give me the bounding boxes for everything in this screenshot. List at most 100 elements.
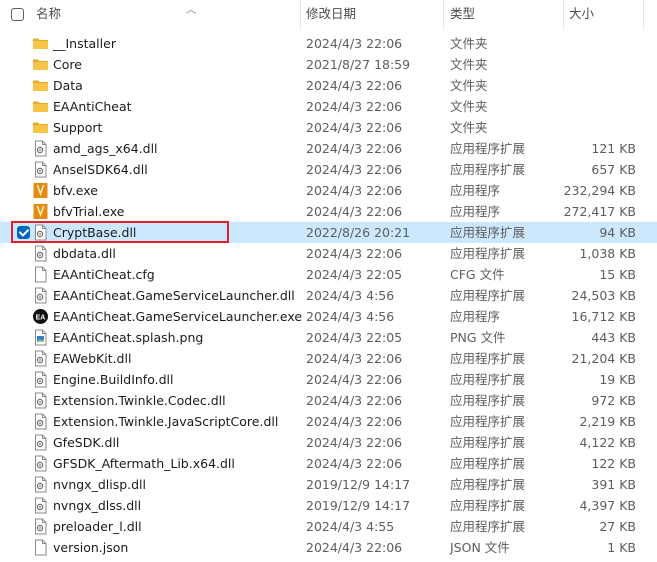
select-all-checkbox[interactable] (11, 8, 24, 21)
column-header: 名称 ︿ 修改日期 类型 大小 (0, 0, 657, 28)
file-size: 4,397 KB (579, 498, 636, 513)
file-type: 文件夹 (450, 78, 488, 93)
file-size: 232,294 KB (563, 183, 636, 198)
column-header-name[interactable]: 名称 ︿ (36, 0, 298, 28)
highlight-annotation (11, 221, 229, 243)
column-type-label: 类型 (450, 6, 476, 21)
file-type: 应用程序 (450, 183, 501, 198)
file-date: 2021/8/27 18:59 (306, 57, 411, 72)
file-size: 122 KB (591, 456, 636, 471)
file-date: 2024/4/3 22:06 (306, 204, 403, 219)
file-row[interactable]: EAWebKit.dll 2024/4/3 22:06 应用程序扩展 21,204 K… (0, 348, 657, 369)
file-size: 94 KB (599, 225, 636, 240)
dll-icon (32, 497, 49, 514)
dll-icon (32, 392, 49, 409)
file-size: 16,712 KB (571, 309, 636, 324)
column-header-size[interactable]: 大小 (569, 0, 639, 28)
file-icon (32, 266, 49, 283)
file-row[interactable]: Extension.Twinkle.JavaScriptCore.dll 2024… (0, 411, 657, 432)
file-row[interactable]: Data 2024/4/3 22:06 文件夹 (0, 75, 657, 96)
column-header-type[interactable]: 类型 (450, 0, 560, 28)
folder-icon (32, 56, 49, 73)
dll-icon (32, 371, 49, 388)
column-divider[interactable] (643, 0, 644, 28)
dll-icon (32, 350, 49, 367)
file-row[interactable]: amd_ags_x64.dll 2024/4/3 22:06 应用程序扩展 121 K… (0, 138, 657, 159)
file-type: 应用程序扩展 (450, 498, 526, 513)
file-date: 2024/4/3 22:05 (306, 267, 403, 282)
file-row[interactable]: EAAntiCheat 2024/4/3 22:06 文件夹 (0, 96, 657, 117)
file-row[interactable]: preloader_l.dll 2024/4/3 4:55 应用程序扩展 27 KB (0, 516, 657, 537)
file-size: 4,122 KB (579, 435, 636, 450)
sort-up-icon: ︿ (186, 5, 196, 16)
dll-icon (32, 518, 49, 535)
file-row[interactable]: Core 2021/8/27 18:59 文件夹 (0, 54, 657, 75)
file-date: 2019/12/9 14:17 (306, 498, 411, 513)
file-date: 2024/4/3 22:06 (306, 351, 403, 366)
folder-icon (32, 35, 49, 52)
file-name: EAAntiCheat.splash.png (53, 330, 204, 345)
file-row[interactable]: nvngx_dlisp.dll 2019/12/9 14:17 应用程序扩展 391 … (0, 474, 657, 495)
file-row[interactable]: version.json 2024/4/3 22:06 JSON 文件 1 KB (0, 537, 657, 558)
file-row[interactable]: Engine.BuildInfo.dll 2024/4/3 22:06 应用程序扩展… (0, 369, 657, 390)
file-row[interactable]: __Installer 2024/4/3 22:06 文件夹 (0, 33, 657, 54)
file-row[interactable]: AnselSDK64.dll 2024/4/3 22:06 应用程序扩展 657 KB (0, 159, 657, 180)
file-date: 2022/8/26 20:21 (306, 225, 411, 240)
file-size: 1,038 KB (579, 246, 636, 261)
file-size: 2,219 KB (579, 414, 636, 429)
file-row[interactable]: GFSDK_Aftermath_Lib.x64.dll 2024/4/3 22:0… (0, 453, 657, 474)
file-size: 391 KB (591, 477, 636, 492)
file-type: 应用程序扩展 (450, 372, 526, 387)
file-date: 2024/4/3 22:06 (306, 435, 403, 450)
file-type: 应用程序扩展 (450, 225, 526, 240)
file-name: Support (53, 120, 103, 135)
column-divider[interactable] (443, 0, 444, 28)
dll-icon (32, 434, 49, 451)
file-name: nvngx_dlisp.dll (53, 477, 147, 492)
column-date-label: 修改日期 (306, 6, 357, 21)
file-name: Core (53, 57, 82, 72)
file-size: 21,204 KB (571, 351, 636, 366)
file-name: preloader_l.dll (53, 519, 142, 534)
file-row[interactable]: GfeSDK.dll 2024/4/3 22:06 应用程序扩展 4,122 KB (0, 432, 657, 453)
file-type: PNG 文件 (450, 330, 506, 345)
file-name: dbdata.dll (53, 246, 116, 261)
file-name: amd_ags_x64.dll (53, 141, 158, 156)
folder-icon (32, 98, 49, 115)
file-name: GfeSDK.dll (53, 435, 120, 450)
column-header-date[interactable]: 修改日期 (306, 0, 442, 28)
dll-icon (32, 455, 49, 472)
file-row[interactable]: nvngx_dlss.dll 2019/12/9 14:17 应用程序扩展 4,397… (0, 495, 657, 516)
file-row[interactable]: EAAntiCheat.GameServiceLauncher.dll 2024/… (0, 285, 657, 306)
file-size: 443 KB (591, 330, 636, 345)
file-size: 121 KB (591, 141, 636, 156)
column-size-label: 大小 (569, 6, 595, 21)
file-type: 应用程序扩展 (450, 456, 526, 471)
file-type: 应用程序扩展 (450, 519, 526, 534)
file-row[interactable]: bfv.exe 2024/4/3 22:06 应用程序 232,294 KB (0, 180, 657, 201)
file-row[interactable]: dbdata.dll 2024/4/3 22:06 应用程序扩展 1,038 KB (0, 243, 657, 264)
file-date: 2024/4/3 22:06 (306, 456, 403, 471)
file-date: 2024/4/3 22:06 (306, 372, 403, 387)
file-date: 2024/4/3 22:06 (306, 141, 403, 156)
file-row[interactable]: bfvTrial.exe 2024/4/3 22:06 应用程序 272,417 KB (0, 201, 657, 222)
png-icon (32, 329, 49, 346)
file-date: 2024/4/3 22:06 (306, 36, 403, 51)
bfv-exe-icon (32, 182, 49, 199)
file-date: 2024/4/3 22:06 (306, 414, 403, 429)
column-divider[interactable] (563, 0, 564, 28)
file-icon (32, 539, 49, 556)
column-divider[interactable] (300, 0, 301, 28)
file-name: Engine.BuildInfo.dll (53, 372, 174, 387)
file-type: 应用程序扩展 (450, 435, 526, 450)
file-name: EAAntiCheat.GameServiceLauncher.exe (53, 309, 303, 324)
file-row[interactable]: EAAntiCheat.splash.png 2024/4/3 22:05 PNG … (0, 327, 657, 348)
folder-icon (32, 119, 49, 136)
svg-text:EA: EA (36, 315, 46, 322)
file-row[interactable]: Support 2024/4/3 22:06 文件夹 (0, 117, 657, 138)
file-row[interactable]: EAAntiCheat.cfg 2024/4/3 22:05 CFG 文件 15 KB (0, 264, 657, 285)
file-row[interactable]: Extension.Twinkle.Codec.dll 2024/4/3 22:0… (0, 390, 657, 411)
file-type: 应用程序扩展 (450, 141, 526, 156)
file-row[interactable]: EA EAAntiCheat.GameServiceLauncher.exe 202… (0, 306, 657, 327)
file-size: 15 KB (599, 267, 636, 282)
